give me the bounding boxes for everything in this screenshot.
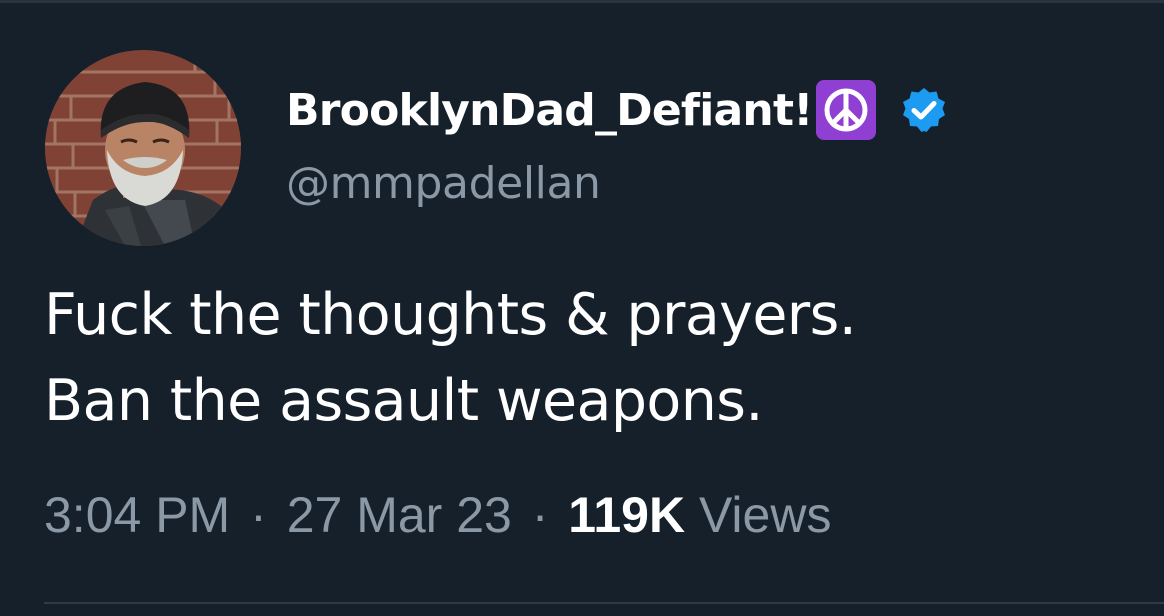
tweet-text-line: Fuck the thoughts & prayers.: [44, 282, 857, 348]
avatar-photo: [45, 50, 241, 246]
meta-separator: ·: [531, 487, 549, 543]
meta-separator: ·: [250, 487, 267, 543]
author-display-name[interactable]: BrooklynDad_Defiant!: [286, 85, 813, 136]
tweet-time[interactable]: 3:04 PM: [44, 487, 230, 543]
tweet-text: Fuck the thoughts & prayers. Ban the ass…: [44, 272, 857, 444]
views-label[interactable]: Views: [699, 487, 831, 543]
author-name-row[interactable]: BrooklynDad_Defiant!: [286, 78, 948, 142]
top-divider: [0, 0, 1164, 3]
views-count[interactable]: 119K: [568, 487, 685, 543]
tweet-meta: 3:04 PM · 27 Mar 23 · 119K Views: [44, 486, 831, 544]
peace-symbol-icon: [814, 78, 878, 142]
tweet-date[interactable]: 27 Mar 23: [287, 487, 512, 543]
verified-badge-icon[interactable]: [900, 86, 948, 134]
avatar[interactable]: [45, 50, 241, 246]
tweet-text-line: Ban the assault weapons.: [44, 368, 763, 434]
bottom-divider: [44, 602, 1164, 604]
author-handle[interactable]: @mmpadellan: [286, 158, 601, 209]
